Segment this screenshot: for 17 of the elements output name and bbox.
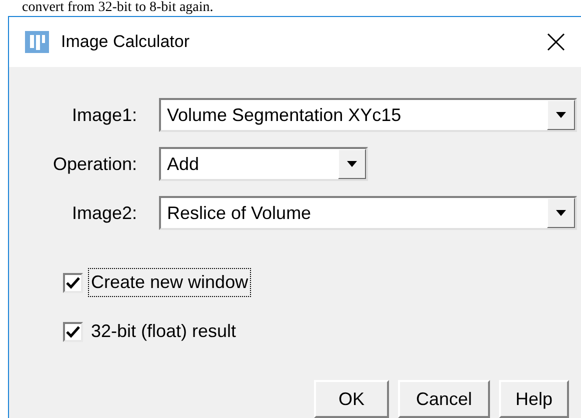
close-icon[interactable]: [547, 33, 565, 51]
dialog-button[interactable]: Help: [499, 380, 569, 418]
dialog-button[interactable]: Cancel: [398, 380, 490, 418]
dropdown[interactable]: Volume Segmentation XYc15: [159, 98, 577, 132]
field-label: Operation:: [52, 152, 137, 176]
checkbox[interactable]: [63, 272, 83, 292]
app-icon: [25, 30, 49, 54]
window-title: Image Calculator: [61, 31, 191, 54]
dropdown[interactable]: Add: [159, 147, 368, 181]
field-label: Image1:: [70, 104, 137, 127]
field-label: Image2:: [70, 202, 137, 225]
document-text: convert from 32-bit to 8-bit again.: [22, 0, 214, 16]
checkbox-label[interactable]: 32-bit (float) result: [88, 317, 240, 346]
dialog-button[interactable]: OK: [314, 380, 389, 418]
checkbox-label[interactable]: Create new window: [88, 268, 252, 297]
checkbox[interactable]: [63, 322, 83, 342]
dropdown[interactable]: Reslice of Volume: [159, 196, 577, 230]
